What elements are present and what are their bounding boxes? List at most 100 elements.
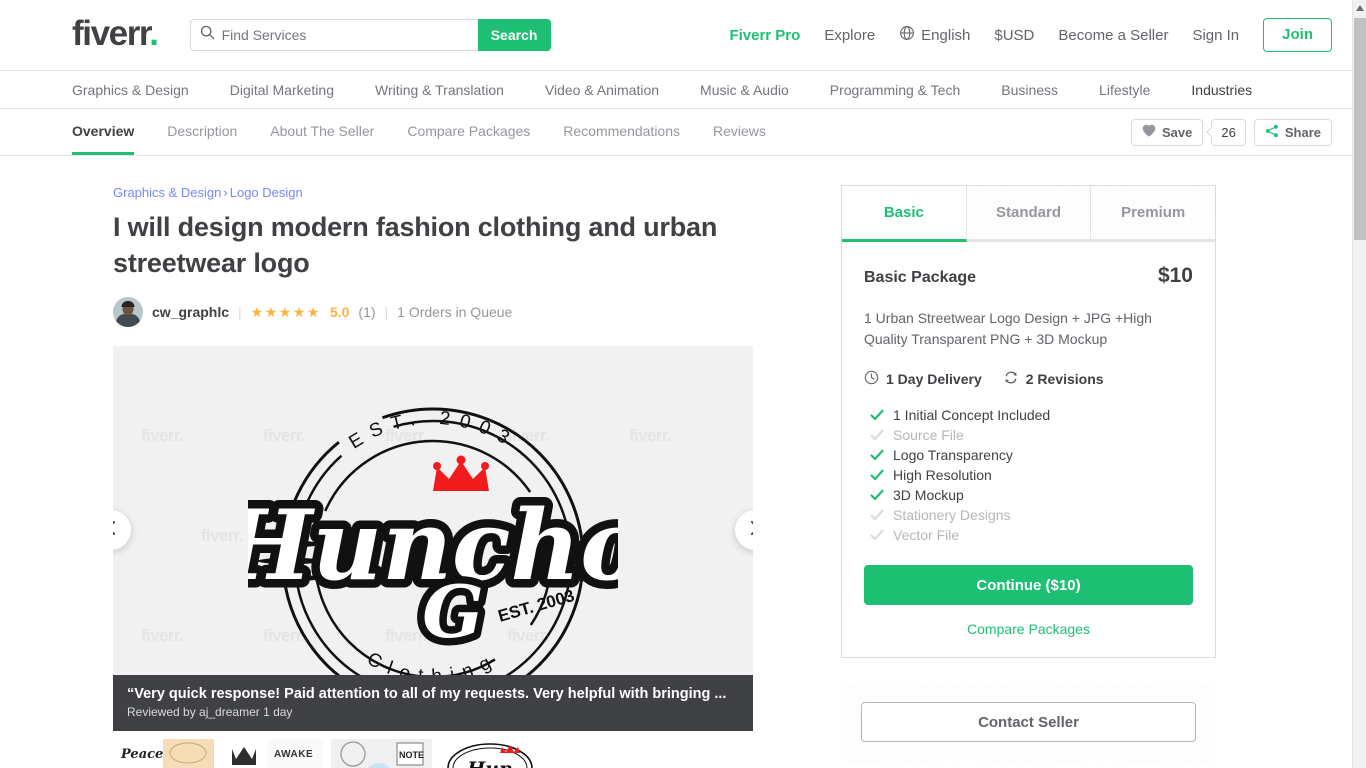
tab-actions: Save 26 Share <box>1131 109 1332 155</box>
seller-username[interactable]: cw_graphlc <box>152 304 229 320</box>
thumbnail-2[interactable]: AWAKE True <box>222 739 323 768</box>
gallery-main-image[interactable]: fiverr. fiverr. fiverr. fiverr. fiverr. … <box>113 346 753 732</box>
svg-text:EST. 2003: EST. 2003 <box>345 408 520 454</box>
feature-label: 3D Mockup <box>893 487 964 503</box>
package-description: 1 Urban Streetwear Logo Design + JPG +Hi… <box>864 310 1152 347</box>
avatar[interactable] <box>113 297 143 328</box>
package-name: Basic Package <box>864 269 977 286</box>
feature-item: Vector File <box>864 525 1193 545</box>
watermark-5: fiverr. <box>629 426 672 446</box>
left-column: Graphics & Design › Logo Design I will des… <box>113 185 753 768</box>
breadcrumb: Graphics & Design › Logo Design <box>113 185 753 200</box>
watermark-1: fiverr. <box>141 426 184 446</box>
search-field[interactable] <box>189 19 478 51</box>
share-label: Share <box>1284 124 1321 140</box>
package-tab-basic[interactable]: Basic <box>842 186 967 242</box>
join-button[interactable]: Join <box>1263 18 1332 52</box>
category-lifestyle[interactable]: Lifestyle <box>1099 82 1150 98</box>
thumbnail-3[interactable]: NOTE the <box>331 739 432 768</box>
category-industries[interactable]: Industries <box>1191 82 1252 98</box>
contact-seller-button[interactable]: Contact Seller <box>861 702 1196 742</box>
watermark-10: fiverr. <box>141 626 184 646</box>
nav-sign-in[interactable]: Sign In <box>1192 27 1239 44</box>
package-tab-premium[interactable]: Premium <box>1091 186 1216 242</box>
breadcrumb-graphics-design[interactable]: Graphics & Design <box>113 185 221 200</box>
share-button[interactable]: Share <box>1253 118 1332 146</box>
globe-icon <box>899 25 915 45</box>
rating-value: 5.0 <box>329 304 350 321</box>
tab-about-the-seller[interactable]: About The Seller <box>270 109 374 155</box>
nav-explore[interactable]: Explore <box>824 27 875 44</box>
share-icon <box>1265 124 1279 141</box>
scrollbar-thumb[interactable] <box>1354 18 1366 240</box>
package-body: Basic Package $10 1 Urban Streetwear Log… <box>842 242 1215 657</box>
caption-reviewer: Reviewed by aj_dreamer 1 day <box>127 705 293 720</box>
check-icon <box>870 469 884 481</box>
check-icon <box>870 449 884 461</box>
nav-language[interactable]: English <box>899 25 970 45</box>
revisions: 2 Revisions <box>1003 370 1104 388</box>
category-video-animation[interactable]: Video & Animation <box>545 82 659 98</box>
feature-item: 1 Initial Concept Included <box>864 405 1193 425</box>
page-scrollbar[interactable] <box>1352 0 1366 768</box>
breadcrumb-logo-design[interactable]: Logo Design <box>230 185 303 200</box>
thumbnail-1[interactable]: Peace Mercy <box>113 739 214 768</box>
logo-text: fiverr <box>72 13 151 53</box>
clock-icon <box>864 370 879 388</box>
feature-label: Vector File <box>893 527 960 543</box>
gallery-thumbnails: Peace Mercy AWAKE True <box>113 739 753 768</box>
chevron-left-icon <box>113 520 117 541</box>
nav-fiverr-pro[interactable]: Fiverr Pro <box>729 27 800 44</box>
feature-label: High Resolution <box>893 467 992 483</box>
compare-packages-link[interactable]: Compare Packages <box>864 621 1193 637</box>
rating-count: (1) <box>358 304 376 321</box>
check-icon <box>870 509 884 521</box>
category-business[interactable]: Business <box>1001 82 1058 98</box>
tab-overview[interactable]: Overview <box>72 109 135 155</box>
package-features: 1 Initial Concept Included Source File L… <box>864 405 1193 545</box>
search-button[interactable]: Search <box>477 19 551 51</box>
category-graphics-design[interactable]: Graphics & Design <box>72 82 189 98</box>
delivery-time: 1 Day Delivery <box>864 370 982 388</box>
delivery-label: 1 Day Delivery <box>886 371 982 387</box>
avatar-body <box>116 314 140 328</box>
tab-recommendations[interactable]: Recommendations <box>563 109 680 155</box>
contact-seller-section: Contact Seller <box>841 682 1216 762</box>
category-nav: Graphics & Design Digital Marketing Writ… <box>0 71 1352 109</box>
svg-text:Peace: Peace <box>120 747 163 762</box>
continue-button[interactable]: Continue ($10) <box>864 565 1193 605</box>
breadcrumb-separator: › <box>223 185 228 200</box>
package-box: Basic Standard Premium Basic Package $10… <box>841 185 1216 658</box>
right-column: Basic Standard Premium Basic Package $10… <box>841 185 1216 768</box>
save-button[interactable]: Save <box>1131 118 1204 146</box>
tab-reviews[interactable]: Reviews <box>713 109 766 155</box>
nav-currency[interactable]: $USD <box>994 27 1034 44</box>
nav-become-a-seller[interactable]: Become a Seller <box>1058 27 1168 44</box>
feature-item: Source File <box>864 425 1193 445</box>
category-music-audio[interactable]: Music & Audio <box>700 82 789 98</box>
site-header: fiverr. Search Fiverr Pro Explore <box>0 0 1352 71</box>
feature-label: Stationery Designs <box>893 507 1011 523</box>
fiverr-logo[interactable]: fiverr. <box>72 13 159 53</box>
scrollbar-up-arrow[interactable] <box>1353 0 1366 16</box>
category-programming-tech[interactable]: Programming & Tech <box>830 82 960 98</box>
seller-divider-2: | <box>384 304 389 321</box>
logo-dot: . <box>149 13 159 53</box>
save-label: Save <box>1162 124 1193 140</box>
revisions-label: 2 Revisions <box>1025 371 1104 387</box>
category-digital-marketing[interactable]: Digital Marketing <box>230 82 334 98</box>
tab-description[interactable]: Description <box>167 109 237 155</box>
watermark-6: fiverr. <box>201 526 244 546</box>
package-meta: 1 Day Delivery 2 Revisions <box>864 370 1193 388</box>
tab-compare-packages[interactable]: Compare Packages <box>407 109 530 155</box>
save-count[interactable]: 26 <box>1211 118 1246 146</box>
thumbnail-4[interactable]: Hun <box>440 739 541 768</box>
search-input[interactable] <box>221 27 469 43</box>
package-tab-standard[interactable]: Standard <box>966 186 1092 242</box>
nav-language-label: English <box>921 26 971 44</box>
search-box: Search <box>189 19 551 51</box>
feature-label: Logo Transparency <box>893 447 1013 463</box>
gallery-review-caption: “Very quick response! Paid attention to … <box>113 675 753 732</box>
package-header: Basic Package $10 <box>864 264 1193 288</box>
category-writing-translation[interactable]: Writing & Translation <box>375 82 504 98</box>
